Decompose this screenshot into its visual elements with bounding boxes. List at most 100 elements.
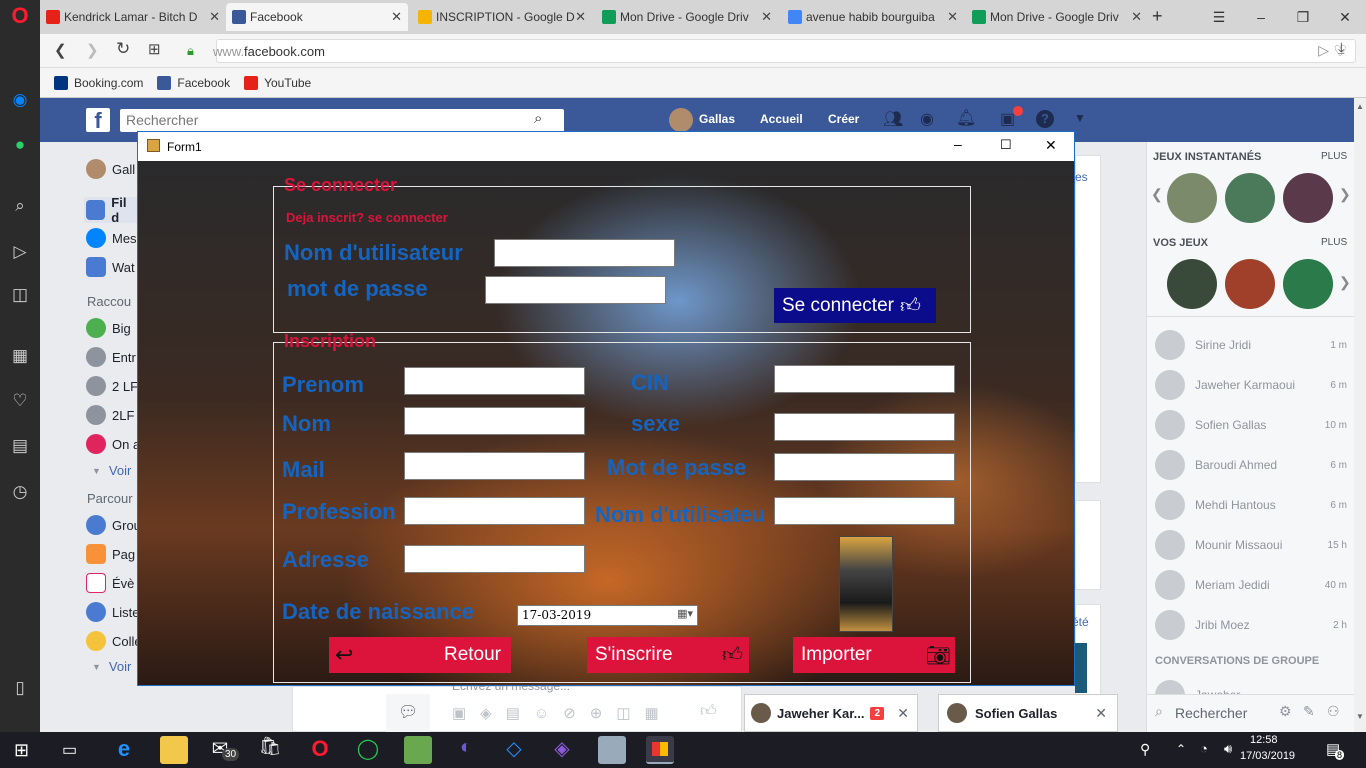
close-icon[interactable]: ✕ [947, 9, 958, 25]
contact-item[interactable]: Meriam Jedidi 40 m [1155, 570, 1347, 600]
inscrire-button[interactable]: S'inscrire 👍︎ [587, 637, 749, 673]
explore-item[interactable]: Pag [86, 544, 135, 564]
tab-6[interactable]: Mon Drive - Google Driv ✕ [966, 3, 1148, 31]
search-icon[interactable]: ⌕ [534, 110, 542, 127]
forward-icon[interactable]: ❯ [86, 41, 99, 59]
left-item-feed[interactable]: Fil d [84, 195, 137, 225]
chat-tab-jaweher[interactable]: Jaweher Kar... 2 ✕ [744, 694, 918, 732]
see-more-link[interactable]: ▼ Voir [86, 659, 131, 674]
nom-utilisateur-input[interactable] [774, 497, 955, 525]
share-icon[interactable]: ▷ [1318, 42, 1329, 59]
game-thumb[interactable] [1167, 259, 1217, 309]
tab-3[interactable]: INSCRIPTION - Google D ✕ [412, 3, 592, 31]
explore-item[interactable]: Grou [86, 515, 141, 535]
form-app-icon[interactable] [646, 736, 674, 764]
restore-icon[interactable]: ❐ [1282, 0, 1324, 34]
explore-item[interactable]: Colle [86, 631, 142, 651]
retour-button[interactable]: ↩ Retour [329, 637, 511, 673]
wifi-icon[interactable]: ◔ [1200, 741, 1208, 756]
fb-home-link[interactable]: Accueil [760, 112, 803, 126]
bookmark-youtube[interactable]: YouTube [244, 75, 311, 90]
search-icon[interactable]: ⌕ [8, 194, 32, 218]
tabs-grid-icon[interactable]: ⊞ [148, 40, 161, 58]
tab-menu-icon[interactable]: ☰ [1198, 0, 1240, 34]
mail-input[interactable] [404, 452, 585, 480]
reload-icon[interactable]: ↻ [116, 39, 130, 59]
close-icon[interactable]: ✕ [391, 9, 402, 25]
compose-icon[interactable]: ✎ [1303, 703, 1315, 720]
url-field[interactable]: 🔒︎ www. facebook.com ♡ ▷ [187, 39, 1356, 63]
back-icon[interactable]: ❮ [54, 41, 67, 59]
composer-tools-icon[interactable]: ▣◈▤☺⊘⊕◫▦ [452, 704, 673, 722]
minimize-icon[interactable]: – [954, 136, 962, 152]
close-icon[interactable]: ✕ [761, 9, 772, 25]
history-icon[interactable]: ◷ [8, 480, 32, 504]
close-icon[interactable]: ✕ [575, 9, 586, 25]
close-icon[interactable]: ✕ [897, 705, 909, 722]
shortcut-item[interactable]: Big [86, 318, 131, 338]
see-more-link[interactable]: ▼ Voir [86, 463, 131, 478]
chevron-right-icon[interactable]: ❯ [1339, 274, 1351, 291]
contact-item[interactable]: Sofien Gallas 10 m [1155, 410, 1347, 440]
explore-item[interactable]: Évè [86, 573, 134, 593]
contact-item[interactable]: Mehdi Hantous 6 m [1155, 490, 1347, 520]
game-thumb[interactable] [1283, 173, 1333, 223]
mot-de-passe-input[interactable] [774, 453, 955, 481]
new-tab-icon[interactable]: + [1152, 6, 1163, 27]
chat-search-input[interactable]: Rechercher [1175, 705, 1247, 721]
volume-icon[interactable]: 🔊︎ [1224, 741, 1232, 757]
friends-icon[interactable]: 👥︎ [883, 109, 903, 129]
clock-time[interactable]: 12:58 [1250, 734, 1278, 746]
app-ring-icon[interactable]: ◯ [354, 736, 382, 764]
visual-studio-icon[interactable]: ◈ [548, 736, 576, 764]
chevron-right-icon[interactable]: ❯ [1339, 186, 1351, 203]
chevron-up-icon[interactable]: ⌃ [1176, 742, 1186, 756]
calendar-dropdown-icon[interactable]: ▦▾ [677, 607, 693, 620]
game-thumb[interactable] [1225, 259, 1275, 309]
tab-4[interactable]: Mon Drive - Google Driv ✕ [596, 3, 778, 31]
fb-create-link[interactable]: Créer [828, 112, 859, 126]
my-games-more-link[interactable]: PLUS [1321, 237, 1347, 248]
gear-icon[interactable]: ⚙︎ [1279, 703, 1292, 720]
fb-user-link[interactable]: Gallas [699, 112, 735, 126]
sidebar-toggle-icon[interactable]: ▯ [8, 676, 32, 700]
fb-search-input[interactable]: Rechercher [120, 109, 564, 132]
close-icon[interactable]: ✕ [1131, 9, 1142, 25]
chat-bubble-button[interactable]: 💬︎ [386, 694, 430, 732]
sexe-input[interactable] [774, 413, 955, 441]
login-button[interactable]: Se connecter 👍︎ [774, 288, 936, 323]
explore-item[interactable]: Liste [86, 602, 139, 622]
chevron-left-icon[interactable]: ❮ [1151, 186, 1163, 203]
game-thumb[interactable] [1225, 173, 1275, 223]
contact-item[interactable]: Mounir Missaoui 15 h [1155, 530, 1347, 560]
scroll-down-icon[interactable]: ▼ [1356, 712, 1364, 721]
shortcut-item[interactable]: On a [86, 434, 140, 454]
shortcut-item[interactable]: Entr [86, 347, 136, 367]
cin-input[interactable] [774, 365, 955, 393]
tab-5[interactable]: avenue habib bourguiba ✕ [782, 3, 964, 31]
shortcut-item[interactable]: 2 LF [86, 376, 138, 396]
bookmark-booking[interactable]: Booking.com [54, 75, 143, 90]
left-item-watch[interactable]: Wat [86, 257, 135, 277]
eclipse-icon[interactable]: ◐ [452, 736, 480, 764]
opera-logo-icon[interactable]: O [8, 4, 32, 28]
adresse-input[interactable] [404, 545, 585, 573]
game-thumb[interactable] [1167, 173, 1217, 223]
contact-item[interactable]: Jaweher Karmaoui 6 m [1155, 370, 1347, 400]
facebook-logo-icon[interactable]: f [86, 108, 110, 133]
bookmark-facebook[interactable]: Facebook [157, 75, 230, 90]
close-icon[interactable]: ✕ [1095, 705, 1107, 722]
download-icon[interactable]: ⤓ [1338, 40, 1345, 57]
vscode-icon[interactable]: ◇ [500, 736, 528, 764]
close-icon[interactable]: ✕ [209, 9, 220, 25]
login-password-input[interactable] [485, 276, 666, 304]
contact-item[interactable]: Baroudi Ahmed 6 m [1155, 450, 1347, 480]
windows-start-icon[interactable]: ⊞ [14, 740, 29, 761]
heart-icon[interactable]: ♡ [8, 389, 32, 413]
left-item-profile[interactable]: Gall [86, 159, 135, 179]
edge-icon[interactable]: e [110, 736, 138, 764]
prenom-input[interactable] [404, 367, 585, 395]
add-group-icon[interactable]: ⚇ [1327, 703, 1340, 720]
chat-tab-sofien[interactable]: Sofien Gallas ✕ [938, 694, 1118, 732]
chart-app-icon[interactable] [404, 736, 432, 764]
